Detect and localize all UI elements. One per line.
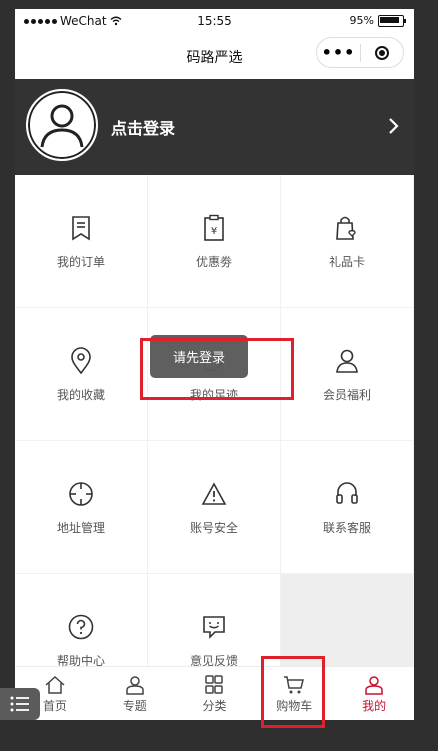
grid-item-label: 我的收藏 — [56, 388, 105, 402]
grid-item-label: 地址管理 — [56, 521, 105, 535]
coupon-icon: ¥ — [204, 214, 224, 241]
tab-profile[interactable]: 我的 — [334, 667, 414, 720]
grid-item-orders[interactable]: 我的订单 — [15, 175, 148, 308]
member-icon — [336, 349, 358, 373]
headset-icon — [336, 482, 358, 504]
battery-status: 95% — [349, 14, 406, 27]
user-avatar-icon — [28, 91, 96, 159]
grid-item-member-benefits[interactable]: 会员福利 — [281, 308, 414, 441]
crosshair-icon — [69, 482, 93, 506]
help-icon — [68, 614, 94, 640]
order-icon — [72, 216, 90, 241]
grid-item-account-security[interactable]: 账号安全 — [148, 441, 281, 574]
tab-bar: 首页 专题 分类 购物车 我的 — [15, 666, 414, 720]
gift-card-icon — [336, 216, 356, 240]
avatar[interactable] — [26, 89, 98, 161]
grid-item-coupons[interactable]: ¥ 优惠劵 — [148, 175, 281, 308]
floating-menu-button[interactable] — [0, 688, 40, 720]
topic-icon — [125, 676, 144, 695]
grid-item-address[interactable]: 地址管理 — [15, 441, 148, 574]
tab-categories[interactable]: 分类 — [175, 667, 255, 720]
tab-label: 首页 — [42, 699, 67, 713]
grid-item-customer-service[interactable]: 联系客服 — [281, 441, 414, 574]
grid-item-gift-card[interactable]: 礼品卡 — [281, 175, 414, 308]
feedback-icon — [203, 616, 225, 639]
warning-icon — [201, 482, 227, 505]
tab-label: 专题 — [122, 699, 147, 713]
login-prompt[interactable]: 点击登录 — [111, 115, 175, 139]
battery-icon — [378, 14, 406, 27]
category-icon — [205, 675, 224, 694]
nav-bar: 码路严选 ••• — [15, 35, 414, 79]
close-button[interactable] — [361, 45, 403, 60]
miniprogram-capsule: ••• — [316, 37, 404, 68]
profile-icon — [365, 676, 383, 695]
status-bar: WeChat 15:55 95% — [15, 9, 414, 35]
tab-topics[interactable]: 专题 — [95, 667, 175, 720]
svg-text:¥: ¥ — [211, 226, 217, 237]
grid-item-label: 优惠劵 — [195, 255, 232, 269]
grid-item-label: 联系客服 — [322, 521, 371, 535]
grid-item-label: 礼品卡 — [328, 255, 365, 269]
battery-percent: 95% — [349, 14, 374, 27]
grid-item-label: 会员福利 — [322, 388, 371, 402]
close-icon — [374, 45, 389, 60]
grid-item-label: 账号安全 — [189, 521, 238, 535]
tab-label: 分类 — [202, 699, 227, 713]
tab-label: 我的 — [362, 699, 387, 713]
home-icon — [45, 675, 65, 694]
list-menu-icon — [10, 696, 29, 712]
profile-header[interactable]: 点击登录 — [15, 79, 414, 175]
chevron-right-icon[interactable] — [388, 117, 400, 135]
location-pin-icon — [71, 347, 91, 375]
highlight-box-cart — [261, 656, 325, 728]
highlight-box-toast — [140, 338, 294, 400]
more-button[interactable]: ••• — [317, 43, 360, 62]
grid-item-label: 我的订单 — [56, 255, 105, 269]
grid-item-favorites[interactable]: 我的收藏 — [15, 308, 148, 441]
